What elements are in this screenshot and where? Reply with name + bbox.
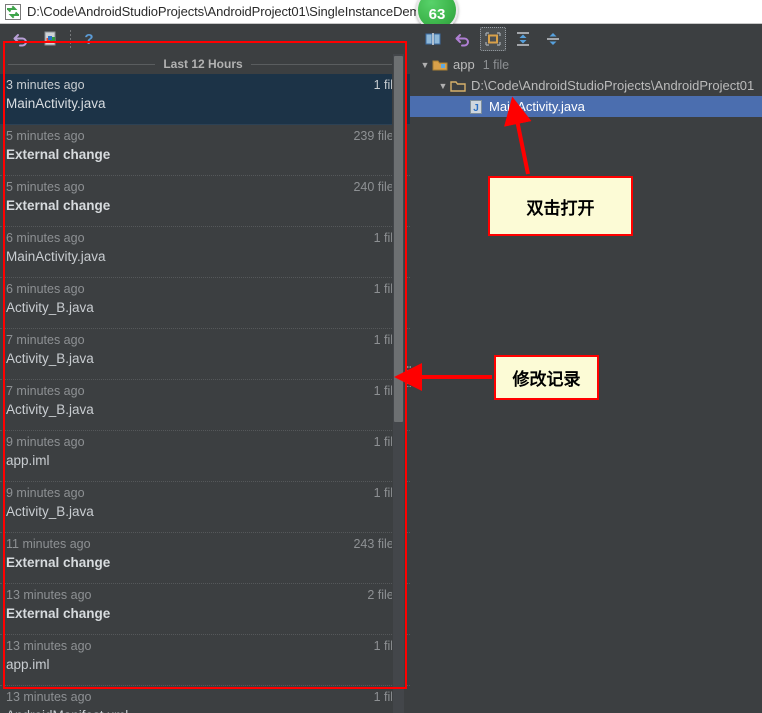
scrollbar-thumb[interactable] (394, 56, 403, 422)
chevron-down-icon[interactable]: ▼ (436, 79, 450, 93)
history-row-timestamp: 11 minutes ago (6, 537, 91, 551)
history-row-meta: 3 minutes ago 1 file (6, 78, 400, 92)
history-row[interactable]: 9 minutes ago 1 file Activity_B.java (0, 482, 410, 533)
collapse-all-icon[interactable] (540, 27, 566, 51)
tree-node-label: MainActivity.java (489, 99, 585, 114)
history-group-label: Last 12 Hours (163, 57, 243, 71)
annotation-change-history-text: 修改记录 (512, 370, 581, 390)
right-panel-toolbar (410, 24, 762, 54)
history-row-timestamp: 5 minutes ago (6, 129, 85, 143)
java-file-icon: J (468, 99, 484, 115)
chevron-down-icon[interactable]: ▼ (418, 58, 432, 72)
history-row-label: Activity_B.java (6, 351, 94, 366)
history-row-meta: 7 minutes ago 1 file (6, 384, 400, 398)
history-row[interactable]: 5 minutes ago 240 files External change (0, 176, 410, 227)
expand-all-icon[interactable] (510, 27, 536, 51)
window-title: D:\Code\AndroidStudioProjects\AndroidPro… (27, 4, 453, 19)
history-row-label: External change (6, 198, 111, 213)
tree-node-filecount: 1 file (482, 57, 510, 72)
history-panel: Last 12 Hours 3 minutes ago 1 file MainAct… (0, 54, 410, 713)
history-row-label: External change (6, 555, 111, 570)
history-row-meta: 6 minutes ago 1 file (6, 282, 400, 296)
history-row-meta: 5 minutes ago 239 files (6, 129, 400, 143)
history-row-meta: 9 minutes ago 1 file (6, 435, 400, 449)
history-scrollbar[interactable] (392, 54, 405, 713)
history-row[interactable]: 7 minutes ago 1 file Activity_B.java (0, 329, 410, 380)
annotation-double-click-open: 双击打开 (488, 176, 633, 236)
history-row-meta: 13 minutes ago 1 file (6, 690, 400, 704)
history-row-timestamp: 9 minutes ago (6, 435, 85, 449)
history-row[interactable]: 11 minutes ago 243 files External change (0, 533, 410, 584)
history-row[interactable]: 13 minutes ago1 file AndroidManifest.xml (0, 686, 410, 713)
module-folder-icon (432, 57, 448, 73)
tree-node-label: app (453, 57, 475, 72)
header-rule-right (250, 63, 399, 65)
history-row-label: app.iml (6, 453, 50, 468)
history-row-label: External change (6, 606, 111, 621)
panel-splitter-handle[interactable] (406, 365, 411, 387)
tree-node-spacer (454, 100, 468, 114)
tree-node-label: D:\Code\AndroidStudioProjects\AndroidPro… (471, 78, 755, 93)
history-row-label: MainActivity.java (6, 96, 106, 111)
create-patch-icon[interactable] (38, 27, 64, 51)
history-row[interactable]: 13 minutes ago 2 files External change (0, 584, 410, 635)
history-row-label: Activity_B.java (6, 300, 94, 315)
history-row[interactable]: 13 minutes ago 1 file app.iml (0, 635, 410, 686)
revert-icon[interactable] (450, 27, 476, 51)
history-row-meta: 6 minutes ago 1 file (6, 231, 400, 245)
history-row-meta: 9 minutes ago 1 file (6, 486, 400, 500)
history-row-label: External change (6, 147, 111, 162)
history-row[interactable]: 5 minutes ago 239 files External change (0, 125, 410, 176)
history-row-timestamp: 13 minutes ago (6, 690, 92, 704)
history-row[interactable]: 9 minutes ago 1 file app.iml (0, 431, 410, 482)
show-diff-icon[interactable] (480, 27, 506, 51)
history-row-timestamp: 6 minutes ago (6, 282, 85, 296)
tree-node[interactable]: J MainActivity.java (410, 96, 762, 117)
annotation-change-history: 修改记录 (494, 355, 599, 400)
history-row-label: app.iml (6, 657, 50, 672)
history-row-label: MainActivity.java (6, 249, 106, 264)
tree-node[interactable]: ▼ D:\Code\AndroidStudioProjects\AndroidPr… (410, 75, 762, 96)
annotation-double-click-open-text: 双击打开 (526, 198, 595, 219)
history-group-header: Last 12 Hours (0, 54, 410, 74)
history-row-meta: 7 minutes ago 1 file (6, 333, 400, 347)
history-row-timestamp: 13 minutes ago (6, 639, 92, 653)
history-row[interactable]: 6 minutes ago 1 file Activity_B.java (0, 278, 410, 329)
history-row[interactable]: 6 minutes ago 1 file MainActivity.java (0, 227, 410, 278)
history-row-label: Activity_B.java (6, 504, 94, 519)
history-row-timestamp: 9 minutes ago (6, 486, 85, 500)
history-row-timestamp: 7 minutes ago (6, 333, 85, 347)
history-row-meta: 13 minutes ago 1 file (6, 639, 400, 653)
history-list[interactable]: 3 minutes ago 1 file MainActivity.java 5 mi… (0, 74, 410, 713)
svg-text:?: ? (84, 31, 93, 48)
history-row-timestamp: 5 minutes ago (6, 180, 85, 194)
left-panel-toolbar: ? (0, 24, 410, 54)
header-rule-left (8, 63, 156, 65)
history-row-timestamp: 7 minutes ago (6, 384, 85, 398)
local-history-window: D:\Code\AndroidStudioProjects\AndroidPro… (0, 0, 762, 713)
history-row[interactable]: 3 minutes ago 1 file MainActivity.java (0, 74, 410, 125)
window-title-bar: D:\Code\AndroidStudioProjects\AndroidPro… (0, 0, 762, 24)
history-row-meta: 5 minutes ago 240 files (6, 180, 400, 194)
history-row-label: Activity_B.java (6, 402, 94, 417)
file-tree[interactable]: ▼ app 1 file ▼ D:\Code\AndroidStudioProjects… (410, 54, 762, 117)
revert-icon[interactable] (8, 27, 34, 51)
local-history-icon (5, 3, 21, 20)
history-row-timestamp: 6 minutes ago (6, 231, 85, 245)
tree-node[interactable]: ▼ app 1 file (410, 54, 762, 75)
history-row-meta: 13 minutes ago 2 files (6, 588, 400, 602)
history-row[interactable]: 7 minutes ago 1 file Activity_B.java (0, 380, 410, 431)
history-row-timestamp: 3 minutes ago (6, 78, 85, 92)
folder-icon (450, 78, 466, 94)
history-row-timestamp: 13 minutes ago (6, 588, 92, 602)
svg-text:J: J (473, 103, 479, 114)
toolbar-separator (70, 30, 71, 48)
help-icon[interactable]: ? (76, 27, 102, 51)
history-row-label: AndroidManifest.xml (6, 708, 400, 713)
compare-icon[interactable] (420, 27, 446, 51)
history-row-meta: 11 minutes ago 243 files (6, 537, 400, 551)
